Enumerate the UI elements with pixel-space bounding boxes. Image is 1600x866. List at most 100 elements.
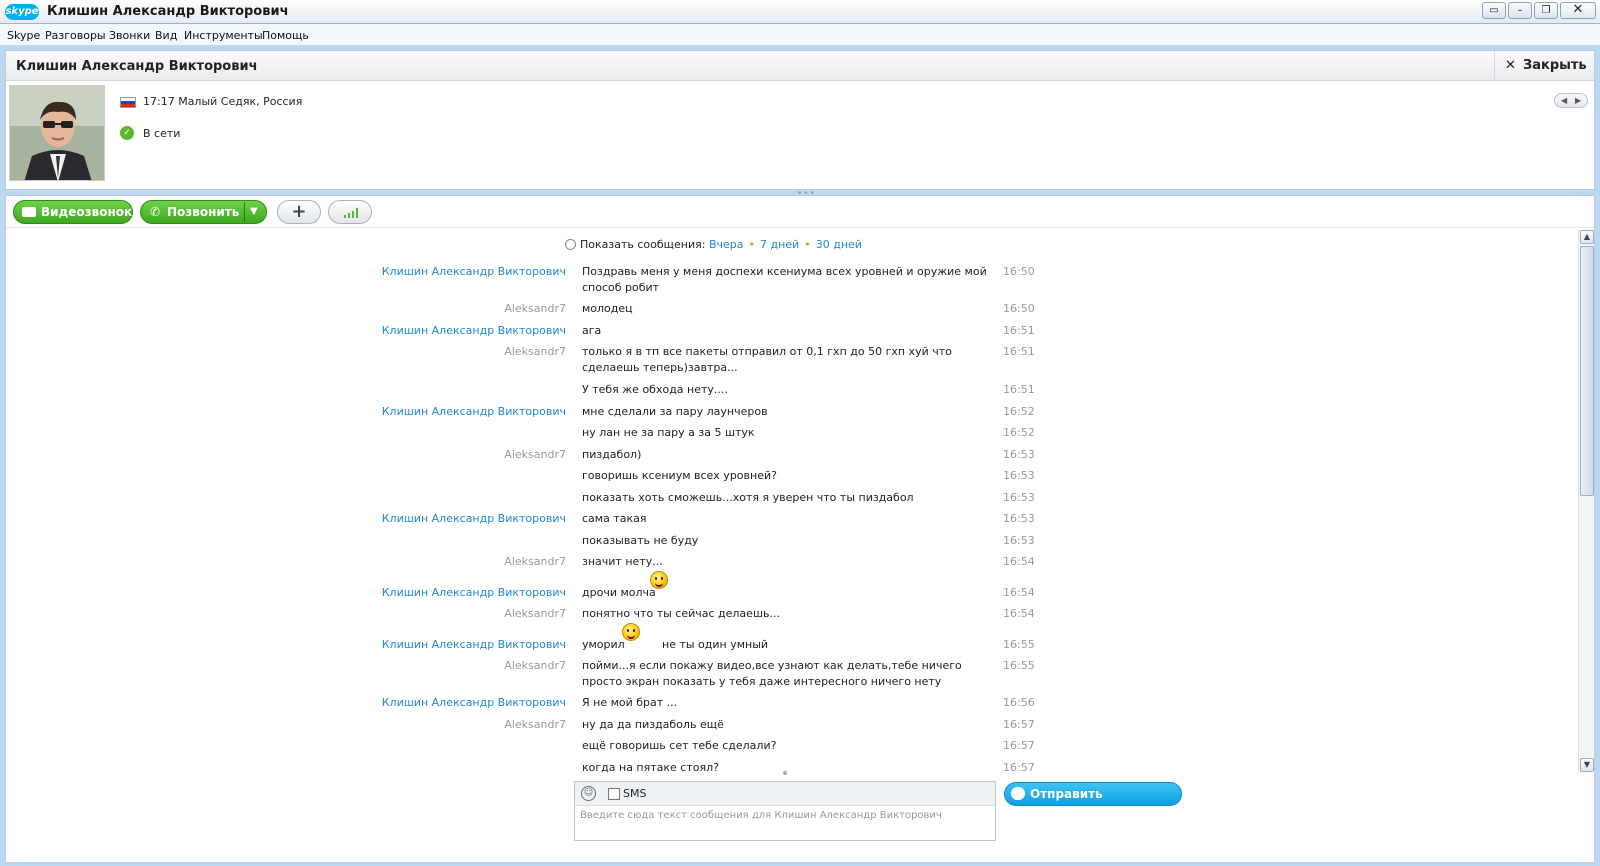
message-text: ну да да пиздаболь ещё (582, 718, 724, 731)
chat-bubble-icon (1011, 787, 1025, 800)
message-time: 16:53 (1003, 469, 1035, 482)
compact-view-button[interactable]: ▭ (1482, 2, 1506, 19)
prev-arrow-icon[interactable]: ◀ (1561, 96, 1567, 105)
close-conversation-button[interactable]: ✕ Закрыть (1494, 51, 1594, 80)
close-label: Закрыть (1523, 58, 1587, 73)
call-label: Позвонить (167, 205, 240, 219)
message-time: 16:54 (1003, 555, 1035, 568)
message-text: показывать не буду (582, 534, 699, 547)
sms-checkbox[interactable] (608, 788, 620, 800)
message-text: Я не мой брат ... (582, 696, 678, 709)
message-sender[interactable]: Клишин Александр Викторович (266, 695, 566, 711)
russia-flag-icon (120, 97, 136, 108)
message-sender[interactable]: Клишин Александр Викторович (266, 511, 566, 527)
message-text: понятно что ты сейчас делаешь... (582, 607, 780, 620)
separator: • (748, 238, 756, 251)
message-time: 16:53 (1003, 448, 1035, 461)
message-time: 16:51 (1003, 345, 1035, 358)
message-sender[interactable]: Aleksandr7 (266, 606, 566, 622)
message-text: значит нету... (582, 555, 663, 568)
call-toolbar: Видеозвонок ✆ Позвонить ▼ + (6, 196, 1594, 228)
message-time: 16:51 (1003, 324, 1035, 337)
message-sender[interactable]: Клишин Александр Викторович (266, 637, 566, 653)
message-time: 16:55 (1003, 638, 1035, 651)
message-sender[interactable]: Клишин Александр Викторович (266, 264, 566, 280)
video-call-button[interactable]: Видеозвонок (13, 200, 133, 224)
message-sender[interactable]: Клишин Александр Викторович (266, 323, 566, 339)
message-text: ещё говоришь сет тебе сделали? (582, 739, 777, 752)
separator: • (804, 238, 811, 251)
scroll-up-icon[interactable]: ▲ (1580, 230, 1594, 244)
chat-scrollbar[interactable]: ▲ ▼ (1578, 230, 1594, 772)
next-arrow-icon[interactable]: ▶ (1575, 96, 1581, 105)
clock-icon (565, 239, 576, 250)
scroll-down-icon[interactable]: ▼ (1580, 758, 1594, 772)
message-text: пиздабол) (582, 448, 642, 461)
contact-name: Клишин Александр Викторович (16, 59, 258, 74)
phone-icon: ✆ (150, 205, 161, 219)
message-time: 16:57 (1003, 718, 1035, 731)
message-text: молодец (582, 302, 633, 315)
call-quality-button[interactable] (328, 200, 372, 224)
online-status-icon: ✓ (120, 126, 134, 140)
message-input[interactable] (580, 810, 985, 838)
add-people-button[interactable]: + (277, 200, 321, 224)
message-text: мне сделали за пару лаунчеров (582, 405, 768, 418)
message-time: 16:57 (1003, 761, 1035, 774)
emoticon-picker-icon[interactable]: ☺ (581, 786, 596, 801)
message-sender[interactable]: Aleksandr7 (266, 658, 566, 674)
message-time: 16:52 (1003, 405, 1035, 418)
chevron-down-icon[interactable]: ▼ (250, 201, 258, 223)
scroll-thumb[interactable] (1580, 246, 1594, 496)
message-time: 16:53 (1003, 512, 1035, 525)
send-message-button[interactable]: Отправить сообщение (1004, 782, 1182, 823)
close-window-button[interactable]: ✕ (1560, 2, 1596, 19)
history-30days-link[interactable]: 30 дней (816, 238, 862, 251)
contact-local-time-location: 17:17 Малый Седяк, Россия (143, 95, 303, 108)
contact-panel: Клишин Александр Викторович ✕ Закрыть 17… (5, 50, 1595, 190)
message-sender[interactable]: Aleksandr7 (266, 717, 566, 733)
message-sender[interactable]: Клишин Александр Викторович (266, 585, 566, 601)
menu-view[interactable]: Вид (155, 29, 177, 42)
message-text-part: дрочи молча (582, 586, 656, 599)
message-sender[interactable]: Клишин Александр Викторович (266, 404, 566, 420)
send-message-label: Отправить сообщение (1030, 787, 1109, 823)
minimize-button[interactable]: – (1508, 2, 1532, 19)
smile-emoticon-icon (650, 571, 668, 589)
message-sender[interactable]: Aleksandr7 (266, 447, 566, 463)
signal-bars-icon (344, 207, 360, 218)
menu-tools[interactable]: Инструменты (184, 29, 263, 42)
message-text: показать хоть сможешь...хотя я уверен чт… (582, 491, 914, 504)
menu-calls[interactable]: Звонки (109, 29, 150, 42)
message-sender[interactable]: Aleksandr7 (266, 554, 566, 570)
message-text: дрочи молча (582, 571, 992, 601)
restore-button[interactable]: ❐ (1534, 2, 1558, 19)
message-text: ну лан не за пару а за 5 штук (582, 426, 755, 439)
message-sender[interactable]: Aleksandr7 (266, 301, 566, 317)
menu-conversations[interactable]: Разговоры (45, 29, 106, 42)
avatar[interactable] (9, 85, 105, 181)
message-text: У тебя же обхода нету.... (582, 383, 728, 396)
history-filter: Показать сообщения: Вчера • 7 дней • 30 дней (565, 238, 862, 251)
composer-toolbar: ☺ SMS (575, 782, 995, 806)
smile-emoticon-icon (622, 623, 640, 641)
message-text: ага (582, 324, 602, 337)
profile-nav-arrows[interactable]: ◀ ▶ (1554, 93, 1588, 108)
message-time: 16:53 (1003, 491, 1035, 504)
composer-resize-grip[interactable] (783, 771, 787, 775)
menu-skype[interactable]: Skype (7, 29, 40, 42)
message-time: 16:54 (1003, 607, 1035, 620)
divider (244, 202, 245, 222)
call-button[interactable]: ✆ Позвонить ▼ (140, 200, 267, 224)
history-yesterday-link[interactable]: Вчера (709, 238, 744, 251)
history-7days-link[interactable]: 7 дней (760, 238, 799, 251)
menu-bar: Skype Разговоры Звонки Вид Инструменты П… (0, 24, 1600, 46)
message-time: 16:54 (1003, 586, 1035, 599)
menu-help[interactable]: Помощь (262, 29, 309, 42)
message-text: пойми...я если покажу видео,все узнают к… (582, 659, 962, 688)
window-title: Клишин Александр Викторович (47, 4, 289, 19)
contact-status: В сети (143, 127, 181, 140)
message-sender[interactable]: Aleksandr7 (266, 344, 566, 360)
camera-icon (22, 207, 36, 217)
message-composer: ☺ SMS (574, 781, 996, 841)
